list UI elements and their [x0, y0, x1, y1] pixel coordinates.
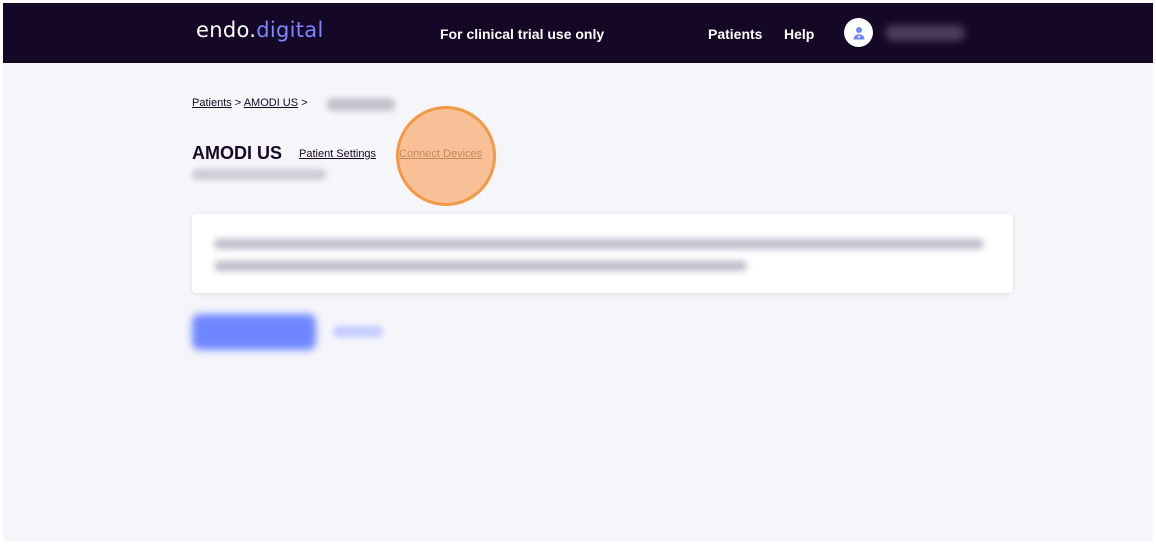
user-name-redacted[interactable] [885, 25, 965, 41]
info-card [192, 214, 1013, 293]
connect-devices-link[interactable]: Connect Devices [399, 148, 482, 160]
logo-text-digital: digital [256, 18, 324, 42]
logo-text-endo: endo. [196, 18, 257, 42]
clinical-trial-notice: For clinical trial use only [440, 26, 605, 42]
primary-action-button[interactable] [192, 314, 316, 350]
card-text-redacted [214, 239, 984, 249]
app-window: endo.digital For clinical trial use only… [3, 3, 1153, 542]
breadcrumb-patient-link[interactable]: AMODI US [244, 97, 298, 109]
patient-name-heading: AMODI US [192, 143, 282, 163]
breadcrumb-current-redacted [327, 98, 395, 111]
nav-patients-link[interactable]: Patients [708, 26, 762, 42]
endo-digital-logo[interactable]: endo.digital [196, 18, 324, 42]
top-navigation-bar: endo.digital For clinical trial use only… [3, 3, 1153, 63]
secondary-action-link[interactable] [333, 326, 383, 337]
card-text-redacted [214, 261, 747, 271]
patient-settings-link[interactable]: Patient Settings [299, 148, 376, 160]
breadcrumb-separator: > [231, 97, 244, 109]
user-avatar-icon[interactable] [844, 18, 873, 47]
breadcrumb-patients-link[interactable]: Patients [192, 97, 232, 109]
breadcrumb-separator: > [298, 97, 308, 109]
breadcrumb: Patients > AMODI US > [192, 97, 308, 109]
user-glyph-icon [853, 26, 864, 39]
nav-help-link[interactable]: Help [784, 26, 814, 42]
patient-subtitle-redacted [192, 169, 326, 180]
